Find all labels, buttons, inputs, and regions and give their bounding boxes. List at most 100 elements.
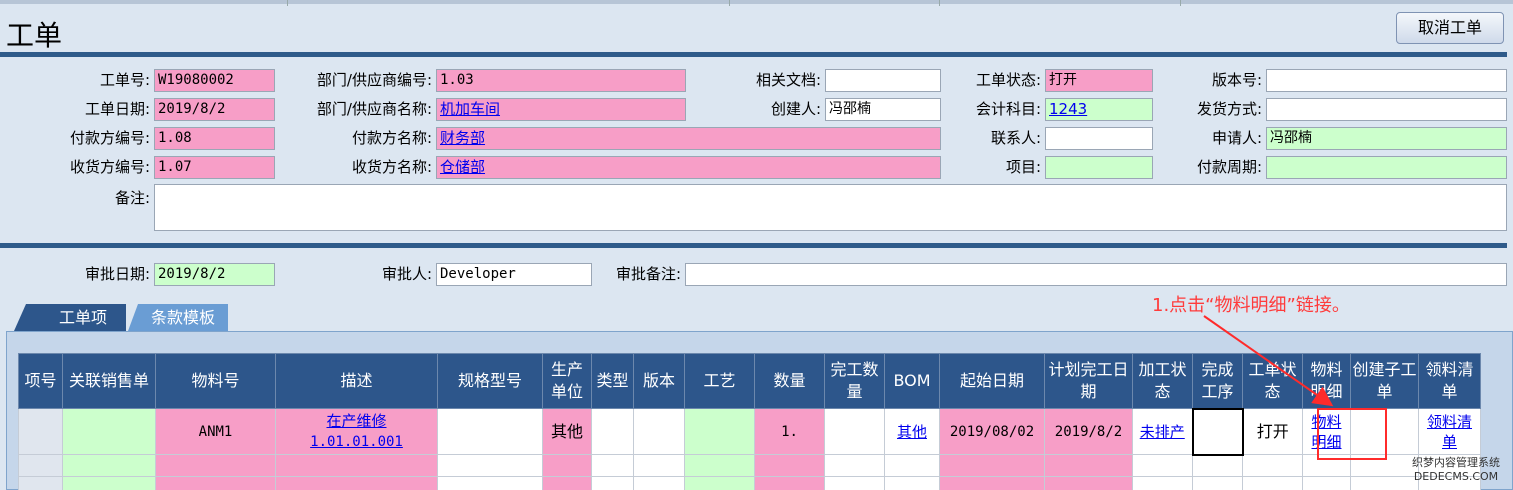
empty-cell[interactable] [1044,476,1133,490]
column-header[interactable]: 类型 [591,353,634,409]
column-header[interactable]: 版本 [633,353,685,409]
column-header[interactable]: 领料清单 [1418,353,1481,409]
column-header[interactable]: 项号 [18,353,63,409]
empty-cell[interactable] [754,476,825,490]
empty-cell[interactable] [939,454,1045,477]
project-field[interactable] [1045,156,1153,179]
approval-note-field[interactable] [685,263,1507,286]
dept-name-field[interactable]: 机加车间 [436,98,686,121]
pick-list-cell[interactable]: 领料清单 [1418,408,1481,455]
column-header[interactable]: 生产单位 [542,353,592,409]
empty-cell[interactable] [1192,476,1243,490]
empty-cell[interactable] [62,454,156,477]
applicant-field[interactable]: 冯邵楠 [1266,127,1507,150]
empty-cell[interactable] [542,454,592,477]
empty-cell[interactable] [275,476,438,490]
recv-name-field[interactable]: 仓储部 [436,156,941,179]
empty-cell[interactable] [684,476,755,490]
empty-cell[interactable] [884,454,940,477]
contact-field[interactable] [1045,127,1153,150]
column-header[interactable]: 数量 [754,353,825,409]
empty-cell[interactable] [1242,476,1303,490]
column-header[interactable]: 加工状态 [1132,353,1193,409]
empty-cell[interactable] [824,454,885,477]
empty-cell[interactable] [155,476,276,490]
tab-order-items[interactable]: 工单项 [40,304,126,331]
done-qty-cell[interactable] [824,408,885,455]
column-header[interactable]: 规格型号 [437,353,543,409]
column-header[interactable]: 工艺 [684,353,755,409]
pick-list-link-line2[interactable]: 单 [1442,433,1457,451]
description-link[interactable]: 在产维修 [326,412,386,430]
empty-cell[interactable] [18,454,63,477]
approval-date-field[interactable]: 2019/8/2 [154,263,275,286]
column-header[interactable]: 计划完工日期 [1044,353,1133,409]
version-field[interactable] [1266,69,1507,92]
remark-field[interactable] [154,184,1507,231]
pick-list-link[interactable]: 领料清 [1427,413,1472,431]
version-cell[interactable] [633,408,685,455]
proc-status-cell[interactable]: 未排产 [1132,408,1193,455]
spec-cell[interactable] [437,408,543,455]
payer-name-field[interactable]: 财务部 [436,127,941,150]
column-header[interactable]: 创建子工单 [1350,353,1419,409]
empty-cell[interactable] [155,454,276,477]
empty-cell[interactable] [1044,454,1133,477]
dept-code-field[interactable]: 1.03 [436,69,686,92]
unit-cell[interactable]: 其他 [542,408,592,455]
empty-cell[interactable] [824,476,885,490]
empty-cell[interactable] [754,454,825,477]
empty-cell[interactable] [437,454,543,477]
status-field[interactable]: 打开 [1045,69,1153,92]
description-code-link[interactable]: 1.01.01.001 [310,434,403,450]
ship-field[interactable] [1266,98,1507,121]
empty-cell[interactable] [1132,454,1193,477]
qty-cell[interactable]: 1. [754,408,825,455]
column-header[interactable]: BOM [884,353,940,409]
column-header[interactable]: 完工数量 [824,353,885,409]
dept-name-link[interactable]: 机加车间 [440,100,500,118]
creator-field[interactable]: 冯邵楠 [825,98,941,121]
period-field[interactable] [1266,156,1507,179]
empty-cell[interactable] [633,454,685,477]
column-header[interactable]: 关联销售单 [62,353,156,409]
empty-cell[interactable] [18,476,63,490]
account-field[interactable]: 1243 [1045,98,1153,121]
recv-code-field[interactable]: 1.07 [154,156,275,179]
payer-name-link[interactable]: 财务部 [440,129,485,147]
cancel-order-button[interactable]: 取消工单 [1396,12,1504,44]
order-no-field[interactable]: W19080002 [154,69,275,92]
type-cell[interactable] [591,408,634,455]
proc-status-link[interactable]: 未排产 [1140,423,1185,441]
tab-terms-template[interactable]: 条款模板 [138,304,228,331]
process-cell[interactable] [684,408,755,455]
start-date-cell[interactable]: 2019/08/02 [939,408,1045,455]
empty-cell[interactable] [939,476,1045,490]
account-link[interactable]: 1243 [1049,100,1087,118]
empty-cell[interactable] [275,454,438,477]
column-header[interactable]: 起始日期 [939,353,1045,409]
column-header[interactable]: 描述 [275,353,438,409]
item-no-cell[interactable] [18,408,63,455]
material-no-cell[interactable]: ANM1 [155,408,276,455]
empty-cell[interactable] [542,476,592,490]
empty-cell[interactable] [1302,476,1351,490]
bom-link[interactable]: 其他 [897,423,927,441]
payer-code-field[interactable]: 1.08 [154,127,275,150]
empty-cell[interactable] [1242,454,1303,477]
empty-cell[interactable] [1132,476,1193,490]
empty-cell[interactable] [884,476,940,490]
approver-field[interactable]: Developer [436,263,592,286]
empty-cell[interactable] [633,476,685,490]
recv-name-link[interactable]: 仓储部 [440,158,485,176]
empty-cell[interactable] [684,454,755,477]
description-cell[interactable]: 在产维修 1.01.01.001 [275,408,438,455]
empty-cell[interactable] [591,476,634,490]
plan-date-cell[interactable]: 2019/8/2 [1044,408,1133,455]
sales-order-cell[interactable] [62,408,156,455]
empty-cell[interactable] [437,476,543,490]
empty-cell[interactable] [1192,454,1243,477]
order-date-field[interactable]: 2019/8/2 [154,98,275,121]
empty-cell[interactable] [62,476,156,490]
empty-cell[interactable] [591,454,634,477]
